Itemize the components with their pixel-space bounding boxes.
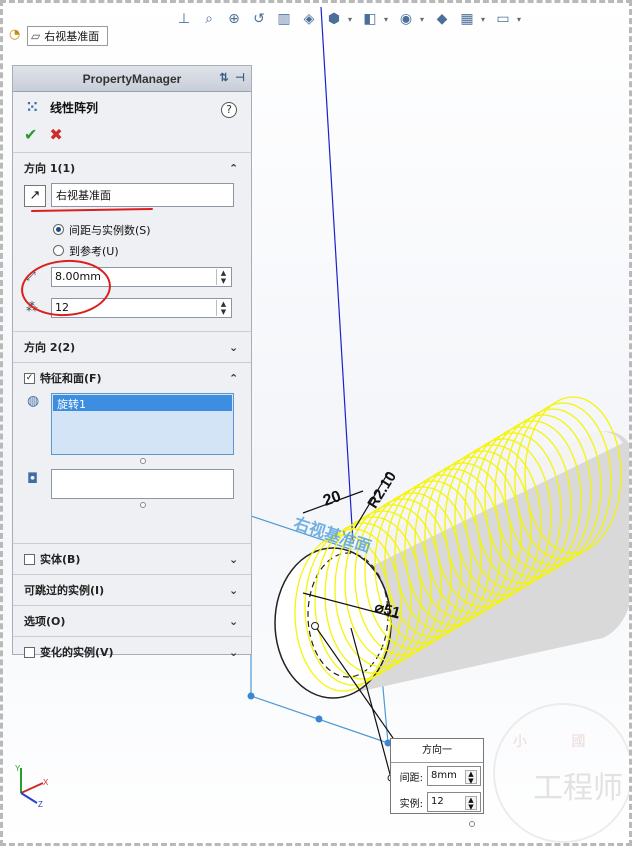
spacing-and-instances-option[interactable]: 间距与实例数(S) (13, 219, 251, 240)
watermark-line2: 工程师 (533, 771, 623, 806)
coordinate-triad-icon: Y X Z (15, 764, 49, 808)
cancel-x-icon[interactable]: ✖ (49, 125, 62, 144)
instances-to-skip-label: 可跳过的实例(I) (24, 584, 105, 597)
collapse-icon[interactable]: ⇅ (217, 71, 231, 85)
faces-list[interactable] (51, 469, 234, 499)
direction1-reference-field[interactable]: 右视基准面 (51, 183, 234, 207)
pin-icon[interactable]: ⊣ (233, 71, 247, 85)
bodies-checkbox[interactable] (24, 553, 35, 565)
features-list[interactable]: 旋转1 (51, 393, 234, 455)
svg-text:Z: Z (38, 800, 43, 808)
chevron-up-icon[interactable]: ⌃ (229, 162, 241, 175)
features-to-pattern-icon: ◍ (27, 393, 40, 409)
property-manager-title: PropertyManager (82, 71, 182, 86)
watermark-line1: 小 國 (513, 734, 606, 750)
callout-spacing-input[interactable]: 8mm ▲ ▼ (427, 766, 481, 786)
help-icon[interactable]: ? (221, 102, 237, 118)
radio-selected[interactable] (53, 224, 64, 235)
list-item[interactable]: 旋转1 (53, 395, 232, 411)
callout-count-label: 实例: (399, 798, 423, 810)
callout-count-spinner[interactable]: ▲ ▼ (465, 796, 477, 811)
callout-count-value: 12 (431, 796, 444, 807)
callout-count-input[interactable]: 12 ▲ ▼ (427, 792, 481, 812)
varied-instances-checkbox[interactable] (24, 646, 35, 658)
callout-spacing-spinner[interactable]: ▲ ▼ (465, 770, 477, 785)
annotation-underline (30, 207, 154, 213)
callout-spacing-label: 间距: (399, 772, 423, 784)
pattern-origin-point (311, 622, 319, 630)
resize-grip[interactable] (140, 458, 146, 464)
resize-grip[interactable] (140, 502, 146, 508)
property-manager-panel: PropertyManager ⇅ ⊣ ⁙ 线性阵列 ? ✔ ✖ 方向 1(1)… (12, 65, 252, 659)
chevron-up-icon[interactable]: ⌃ (229, 372, 241, 385)
chevron-down-icon[interactable]: ⌄ (229, 646, 241, 659)
callout-spacing-value: 8mm (431, 770, 457, 781)
feature-title: 线性阵列 (50, 100, 99, 115)
options-label: 选项(O) (24, 615, 66, 628)
dimension-20: 20 (321, 488, 344, 510)
svg-text:X: X (43, 778, 49, 787)
callout-title: 方向一 (391, 739, 483, 763)
ok-check-icon[interactable]: ✔ (24, 125, 37, 144)
chevron-down-icon[interactable]: ⌄ (229, 584, 241, 597)
direction2-label: 方向 2(2) (24, 341, 76, 354)
varied-instances-header[interactable]: 变化的实例(V) ⌄ (13, 636, 251, 667)
instances-to-skip-header[interactable]: 可跳过的实例(I) ⌄ (13, 574, 251, 605)
property-manager-header: PropertyManager ⇅ ⊣ (13, 66, 251, 92)
solidworks-window: ⊥ ⌕ ⊕ ↺ ▥ ◈ ⬢ ▾ ◧ ▾ ◉ ▾ ◆ ▦ ▾ ▭ ▾ ◔ ▱ 右视… (0, 0, 632, 846)
callout-spacing-row: 间距: 8mm ▲ ▼ (391, 763, 483, 789)
features-header[interactable]: ✓ 特征和面(F) ⌃ (13, 362, 251, 393)
faces-to-pattern-icon: ◘ (27, 471, 39, 487)
spacing-and-instances-label: 间距与实例数(S) (69, 223, 151, 237)
pattern-callout: 方向一 间距: 8mm ▲ ▼ 实例: 12 ▲ ▼ (390, 738, 484, 814)
varied-instances-label: 变化的实例(V) (40, 646, 114, 659)
direction1-header[interactable]: 方向 1(1) ⌃ (13, 152, 251, 183)
features-body: ◍ 旋转1 ◘ (13, 393, 251, 543)
direction1-reference-row: ↗ 右视基准面 (13, 183, 251, 213)
linear-pattern-icon: ⁙ (26, 98, 39, 116)
callout-grip[interactable] (469, 821, 475, 827)
bodies-header[interactable]: 实体(B) ⌄ (13, 543, 251, 574)
instances-spinner[interactable]: ▲ ▼ (216, 300, 230, 316)
radio-unselected[interactable] (53, 245, 64, 256)
chevron-down-icon[interactable]: ⌄ (229, 553, 241, 566)
spacing-spinner[interactable]: ▲ ▼ (216, 269, 230, 285)
callout-count-row: 实例: 12 ▲ ▼ (391, 789, 483, 815)
ok-cancel-row: ✔ ✖ (13, 122, 251, 146)
reverse-direction-icon[interactable]: ↗ (24, 185, 46, 207)
feature-title-row: ⁙ 线性阵列 (13, 92, 251, 122)
features-checkbox[interactable]: ✓ (24, 372, 35, 384)
options-header[interactable]: 选项(O) ⌄ (13, 605, 251, 636)
direction1-label: 方向 1(1) (24, 162, 76, 175)
up-to-reference-option[interactable]: 到参考(U) (13, 240, 251, 261)
bodies-label: 实体(B) (40, 553, 81, 566)
chevron-down-icon[interactable]: ⌄ (229, 341, 241, 354)
features-label: 特征和面(F) (40, 372, 102, 385)
direction2-header[interactable]: 方向 2(2) ⌄ (13, 331, 251, 362)
up-to-reference-label: 到参考(U) (69, 244, 119, 258)
pattern-axis-line (320, 6, 354, 544)
svg-text:Y: Y (15, 764, 21, 773)
chevron-down-icon[interactable]: ⌄ (229, 615, 241, 628)
